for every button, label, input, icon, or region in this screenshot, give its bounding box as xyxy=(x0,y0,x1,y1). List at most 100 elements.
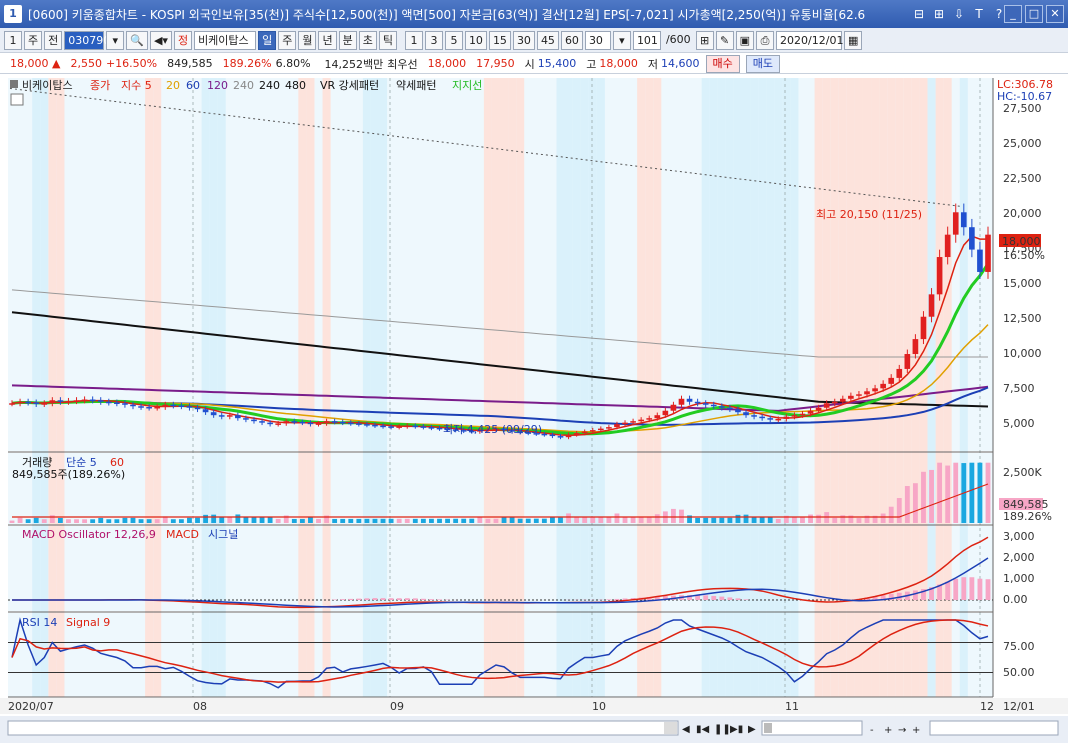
count-input[interactable]: 101 xyxy=(632,30,661,50)
zoom-out-button[interactable]: - xyxy=(870,725,874,736)
volume-bar xyxy=(66,519,71,523)
draw-icon[interactable]: ✎ xyxy=(715,30,734,50)
pink-band xyxy=(838,78,847,697)
legend-toggle-icon[interactable] xyxy=(10,80,18,88)
candle-body xyxy=(678,398,685,405)
blue-band xyxy=(572,78,581,697)
candle-body xyxy=(202,409,209,413)
date-input[interactable]: 2020/12/01 xyxy=(776,30,843,50)
horizontal-scrollbar[interactable] xyxy=(7,720,679,736)
candle-body xyxy=(912,339,919,355)
volume-bar xyxy=(469,518,475,523)
volume-bar xyxy=(767,517,773,523)
scroll-thumb[interactable] xyxy=(664,722,677,734)
volume-bar xyxy=(299,518,305,523)
candle-body xyxy=(775,418,782,421)
pink-band xyxy=(500,78,509,697)
pink-band xyxy=(145,78,154,697)
blue-band xyxy=(725,78,734,697)
interval-1-button[interactable]: 1 xyxy=(404,30,423,50)
scroll-next-button[interactable]: ▶▮ xyxy=(730,724,743,735)
zoom-add-button[interactable]: + xyxy=(912,725,920,736)
interval-select[interactable]: 30 xyxy=(584,30,611,50)
window-split-icon[interactable]: ⊟ xyxy=(910,5,928,23)
zoom-slider-thumb[interactable] xyxy=(764,723,772,733)
scroll-last-button[interactable]: ▶ xyxy=(748,724,756,735)
maximize-button[interactable]: □ xyxy=(1025,5,1043,23)
scroll-prev-button[interactable]: ▮◀ xyxy=(696,724,710,735)
prev-button[interactable]: 전 xyxy=(44,30,63,50)
bottom-scrollbar-right[interactable] xyxy=(929,720,1059,736)
volume-bar xyxy=(82,519,88,523)
tab-tick[interactable]: 틱 xyxy=(378,30,397,50)
sell-button[interactable]: 매도 xyxy=(745,54,781,73)
tab-second[interactable]: 초 xyxy=(358,30,377,50)
candle-body xyxy=(283,421,290,424)
interval-10-button[interactable]: 10 xyxy=(464,30,487,50)
tab-minute[interactable]: 분 xyxy=(338,30,357,50)
interval-60-button[interactable]: 60 xyxy=(560,30,583,50)
candle-body xyxy=(356,423,362,425)
x-axis-label: 12 xyxy=(980,700,994,713)
stock-code-input[interactable]: 030790 xyxy=(64,30,110,50)
candle-body xyxy=(598,428,604,431)
pink-band xyxy=(322,78,331,697)
volume-bar xyxy=(808,514,813,523)
period-select[interactable]: 주 xyxy=(24,30,43,50)
tab-month[interactable]: 월 xyxy=(298,30,317,50)
volume-bar xyxy=(606,516,612,523)
minimize-button[interactable]: _ xyxy=(1004,5,1022,23)
tab-year[interactable]: 년 xyxy=(318,30,337,50)
interval-15-button[interactable]: 15 xyxy=(488,30,511,50)
close-button[interactable]: ✕ xyxy=(1046,5,1064,23)
calculator-icon[interactable] xyxy=(10,93,24,106)
volume-ratio: 189.26% xyxy=(222,57,272,70)
candle-body xyxy=(767,418,774,420)
window-layout-icon[interactable]: ⊞ xyxy=(930,5,948,23)
save-icon[interactable]: ▣ xyxy=(735,30,755,50)
window-download-icon[interactable]: ⇩ xyxy=(950,5,968,23)
volume-bar xyxy=(154,519,160,523)
stock-chart-svg[interactable]: 비케이탑스 종가 지수 5 20 60 120 240 240 480 VR 강… xyxy=(0,76,1068,743)
volume-bar xyxy=(146,519,152,523)
chart-area[interactable]: 비케이탑스 종가 지수 5 20 60 120 240 240 480 VR 강… xyxy=(0,76,1068,743)
blue-band xyxy=(596,78,605,697)
pink-band xyxy=(483,78,492,697)
scroll-pause-button[interactable]: ❚❚ xyxy=(714,724,731,735)
pink-band xyxy=(306,78,315,697)
zoom-in-button[interactable]: + xyxy=(884,725,892,736)
volume-bar xyxy=(203,514,209,523)
last-price-tag-text: 18,000 xyxy=(1002,235,1041,248)
macd-osc-bar xyxy=(606,599,612,600)
volume-bar xyxy=(751,517,757,523)
zoom-fit-button[interactable]: → xyxy=(898,725,906,736)
interval-3-button[interactable]: 3 xyxy=(424,30,443,50)
search-icon[interactable]: 🔍 xyxy=(126,30,148,50)
print-icon[interactable]: ⎙ xyxy=(756,30,775,50)
interval-dropdown-icon[interactable]: ▾ xyxy=(612,30,631,50)
tab-week[interactable]: 주 xyxy=(278,30,297,50)
volume-bar xyxy=(251,517,257,523)
code-dropdown-icon[interactable]: ▾ xyxy=(106,30,125,50)
hoga-button[interactable]: 정 xyxy=(173,30,193,50)
interval-5-button[interactable]: 5 xyxy=(444,30,463,50)
candle-body xyxy=(646,418,653,420)
speaker-icon[interactable]: ◀▾ xyxy=(149,30,172,50)
tab-day[interactable]: 일 xyxy=(258,30,277,50)
candle-body xyxy=(25,401,31,404)
scroll-first-button[interactable]: ◀ xyxy=(682,724,690,735)
stock-name-field: 비케이탑스 xyxy=(194,30,257,50)
interval-30-button[interactable]: 30 xyxy=(512,30,535,50)
window-text-icon[interactable]: T xyxy=(970,5,988,23)
volume-tag2-text: 189.26% xyxy=(1003,510,1052,523)
legend-ma240b: 240 xyxy=(259,79,280,92)
interval-45-button[interactable]: 45 xyxy=(536,30,559,50)
indicator-icon[interactable]: ⊞ xyxy=(695,30,714,50)
volume-bar xyxy=(332,518,338,523)
candle-body xyxy=(57,400,64,402)
buy-button[interactable]: 매수 xyxy=(705,54,740,73)
x-axis-label: 09 xyxy=(390,700,404,713)
calendar-icon[interactable]: ▦ xyxy=(844,30,863,50)
zoom-slider[interactable] xyxy=(761,720,863,736)
chart-number-button[interactable]: 1 xyxy=(4,30,22,50)
